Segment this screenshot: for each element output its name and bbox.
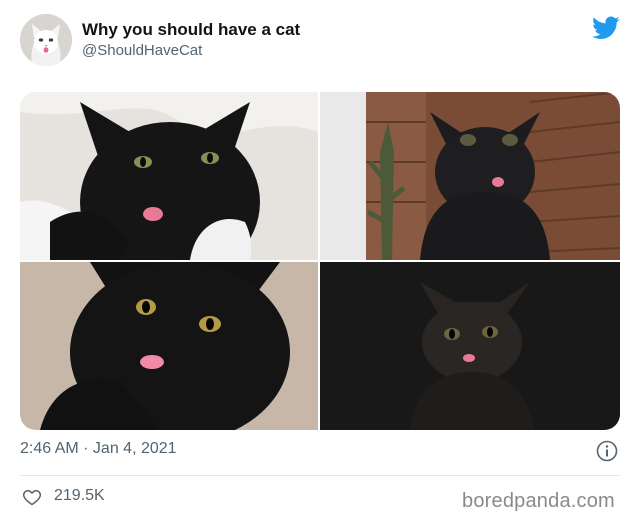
author-name[interactable]: Why you should have a cat	[82, 20, 300, 40]
watermark-text: boredpanda.com	[462, 490, 615, 512]
photo-cat-on-blanket[interactable]	[20, 92, 318, 260]
tweet-timestamp[interactable]: 2:46 AM · Jan 4, 2021	[20, 440, 177, 458]
author-handle[interactable]: @ShouldHaveCat	[82, 42, 202, 59]
photo-kitten-by-brick-wall[interactable]	[320, 92, 620, 260]
heart-icon[interactable]	[22, 487, 42, 507]
avatar-cat-image	[20, 14, 72, 66]
tweet-photo-grid	[20, 92, 620, 430]
author-avatar[interactable]	[20, 14, 72, 66]
photo-cat-on-carpet[interactable]	[20, 262, 318, 430]
info-icon[interactable]	[596, 440, 618, 462]
divider	[20, 475, 620, 476]
twitter-bird-icon[interactable]	[592, 16, 620, 40]
photo-kitten-in-dark[interactable]	[320, 262, 620, 430]
like-count[interactable]: 219.5K	[54, 487, 105, 505]
